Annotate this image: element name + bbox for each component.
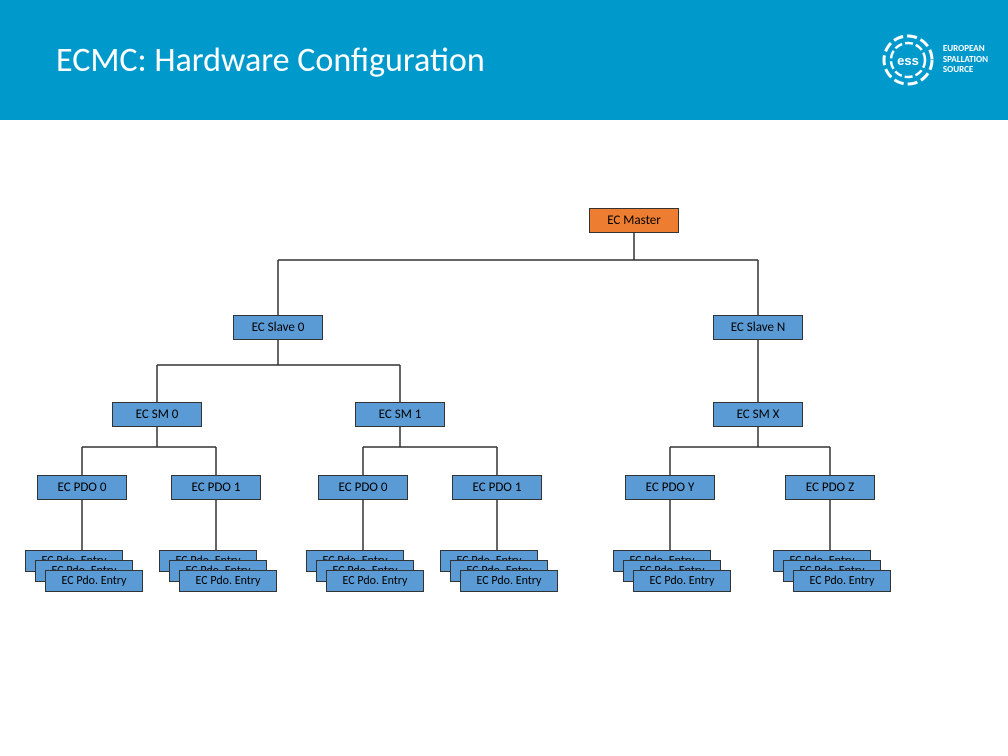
page-title: ECMC: Hardware Configuration — [56, 40, 485, 81]
logo-text-line: SOURCE — [943, 65, 988, 76]
node-pdo-entry: EC Pdo. Entry — [633, 570, 731, 592]
logo: ess EUROPEAN SPALLATION SOURCE — [879, 31, 988, 89]
node-ec-pdo: EC PDO 0 — [318, 475, 408, 500]
node-ec-pdo: EC PDO 1 — [171, 475, 261, 500]
node-ec-pdo: EC PDO 0 — [37, 475, 127, 500]
logo-text: EUROPEAN SPALLATION SOURCE — [943, 44, 988, 76]
node-ec-slave-n: EC Slave N — [713, 315, 803, 340]
node-ec-master: EC Master — [589, 208, 679, 233]
node-ec-slave-0: EC Slave 0 — [233, 315, 323, 340]
node-pdo-entry: EC Pdo. Entry — [45, 570, 143, 592]
node-ec-sm-0: EC SM 0 — [112, 402, 202, 427]
svg-text:ess: ess — [897, 53, 919, 68]
node-pdo-entry: EC Pdo. Entry — [326, 570, 424, 592]
node-pdo-entry: EC Pdo. Entry — [460, 570, 558, 592]
ess-logo-icon: ess — [879, 31, 937, 89]
node-pdo-entry: EC Pdo. Entry — [179, 570, 277, 592]
node-ec-pdo: EC PDO Z — [785, 475, 875, 500]
diagram-area: EC Master EC Slave 0 EC Slave N EC SM 0 … — [0, 120, 1008, 756]
logo-text-line: EUROPEAN — [943, 44, 988, 55]
node-ec-pdo: EC PDO 1 — [452, 475, 542, 500]
header: ECMC: Hardware Configuration ess EUROPEA… — [0, 0, 1008, 120]
node-pdo-entry: EC Pdo. Entry — [793, 570, 891, 592]
node-ec-pdo: EC PDO Y — [625, 475, 715, 500]
node-ec-sm-1: EC SM 1 — [355, 402, 445, 427]
connector-lines — [0, 120, 1008, 756]
node-ec-sm-x: EC SM X — [713, 402, 803, 427]
